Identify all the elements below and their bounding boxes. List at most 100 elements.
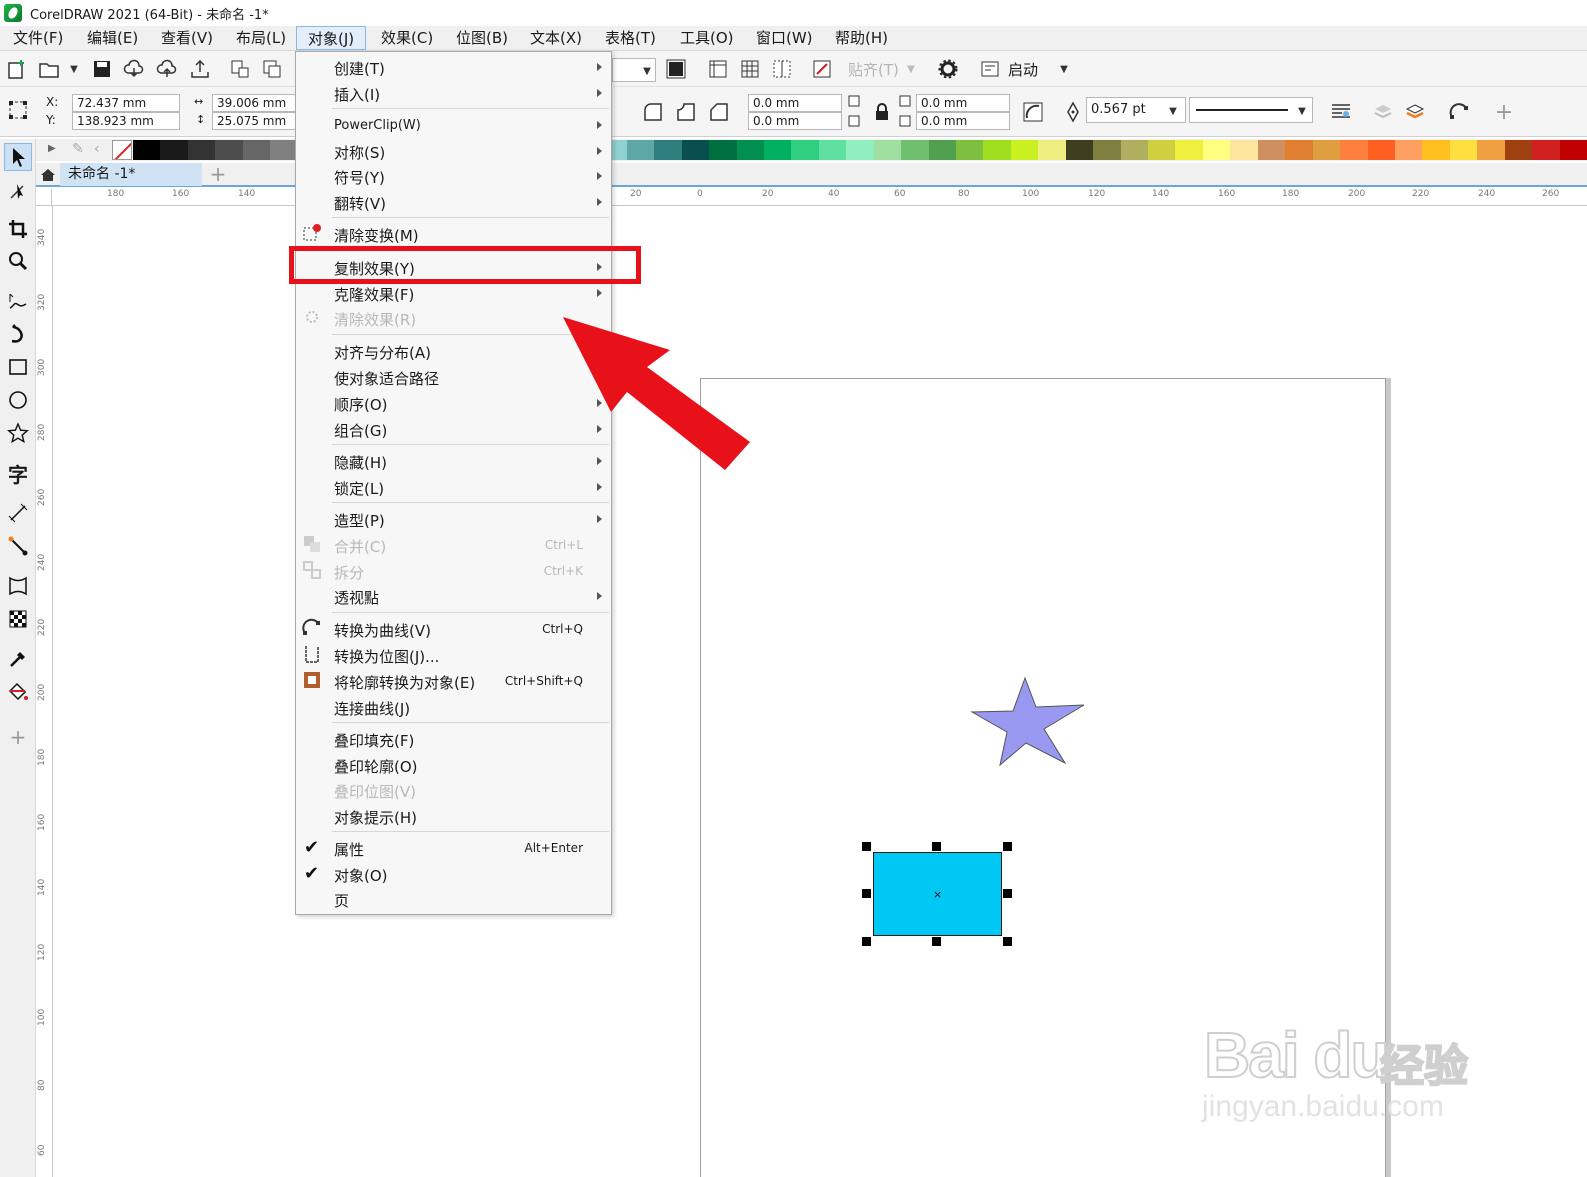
color-swatch[interactable]: [1285, 140, 1314, 160]
color-swatch[interactable]: [242, 140, 271, 160]
selection-handle-bottom-left[interactable]: [862, 937, 871, 946]
color-swatch[interactable]: [1120, 140, 1149, 160]
chamfer-corner-icon[interactable]: [706, 99, 732, 125]
selection-handle-right[interactable]: [1003, 889, 1012, 898]
relative-corner-scaling-icon[interactable]: [1020, 99, 1046, 125]
envelope-tool-icon[interactable]: [4, 572, 32, 600]
color-swatch[interactable]: [654, 140, 683, 160]
color-swatch[interactable]: [1257, 140, 1286, 160]
menu-item-shaping[interactable]: 造型(P): [296, 506, 611, 532]
scalloped-corner-icon[interactable]: [673, 99, 699, 125]
polygon-tool-icon[interactable]: [4, 419, 32, 447]
ruler-origin[interactable]: [36, 189, 52, 206]
menu-effects[interactable]: 效果(C): [370, 26, 444, 50]
open-folder-icon[interactable]: [36, 56, 62, 82]
interactive-fill-tool-icon[interactable]: [4, 678, 32, 706]
color-swatch[interactable]: [1230, 140, 1259, 160]
menu-item-properties[interactable]: ✔ 属性 Alt+Enter: [296, 835, 611, 861]
launch-icon[interactable]: [977, 56, 1003, 82]
object-origin-icon[interactable]: [5, 97, 31, 123]
menu-item-symbol[interactable]: 符号(Y): [296, 163, 611, 189]
menu-item-overprint-outline[interactable]: 叠印轮廓(O): [296, 752, 611, 778]
menu-item-combine[interactable]: 合并(C) Ctrl+L: [296, 532, 611, 558]
corner-link-icon[interactable]: [845, 94, 865, 130]
crop-tool-icon[interactable]: [4, 215, 32, 243]
save-icon[interactable]: [89, 56, 115, 82]
options-gear-icon[interactable]: [935, 56, 961, 82]
snap-to-label[interactable]: 贴齐(T): [848, 59, 899, 80]
shape-tool-icon[interactable]: [4, 177, 32, 205]
cloud-download-icon[interactable]: [121, 56, 147, 82]
freehand-tool-icon[interactable]: [4, 287, 32, 315]
transparency-tool-icon[interactable]: [4, 605, 32, 633]
menu-item-symmetry[interactable]: 对称(S): [296, 138, 611, 164]
menu-item-clear-transform[interactable]: 清除变换(M): [296, 221, 611, 247]
menu-item-join-curves[interactable]: 连接曲线(J): [296, 694, 611, 720]
color-swatch[interactable]: [873, 140, 902, 160]
add-toolbar-item-icon[interactable]: +: [1491, 99, 1517, 125]
corner-top-right-field[interactable]: 0.0 mm: [916, 94, 1010, 112]
menu-file[interactable]: 文件(F): [2, 26, 74, 50]
vertical-ruler[interactable]: 340 320 300 280 260 240 220 200 180 160 140 120 100 8…: [36, 206, 53, 1177]
selection-handle-top-left[interactable]: [862, 842, 871, 851]
menu-text[interactable]: 文本(X): [519, 26, 593, 50]
menu-item-flip[interactable]: 翻转(V): [296, 189, 611, 215]
line-style-dropdown-icon[interactable]: ▼: [1291, 100, 1313, 122]
show-guidelines-icon[interactable]: [769, 56, 795, 82]
corner-bottom-left-field[interactable]: 0.0 mm: [748, 112, 842, 130]
menu-item-overprint-fill[interactable]: 叠印填充(F): [296, 726, 611, 752]
add-tool-icon[interactable]: +: [4, 723, 32, 751]
color-swatch[interactable]: [846, 140, 875, 160]
menu-item-object-hints[interactable]: 对象提示(H): [296, 803, 611, 829]
selected-rectangle[interactable]: ×: [873, 852, 1002, 936]
menu-item-powerclip[interactable]: PowerClip(W): [296, 112, 611, 138]
zoom-tool-icon[interactable]: [4, 247, 32, 275]
menu-tools[interactable]: 工具(O): [669, 26, 745, 50]
color-swatch[interactable]: [1422, 140, 1451, 160]
palette-scroll-right-icon[interactable]: ▶: [48, 143, 56, 154]
convert-to-curves-toolbar-icon[interactable]: [1446, 99, 1472, 125]
outline-width-dropdown-icon[interactable]: ▼: [1162, 100, 1184, 122]
selection-handle-bottom-right[interactable]: [1003, 937, 1012, 946]
no-color-swatch[interactable]: [112, 140, 132, 160]
menu-layout[interactable]: 布局(L): [225, 26, 297, 50]
selection-handle-bottom[interactable]: [932, 937, 941, 946]
menu-item-outline-to-object[interactable]: 将轮廓转换为对象(E) Ctrl+Shift+Q: [296, 668, 611, 694]
ellipse-tool-icon[interactable]: [4, 386, 32, 414]
show-grid-icon[interactable]: [737, 56, 763, 82]
rectangle-tool-icon[interactable]: [4, 353, 32, 381]
color-swatch[interactable]: [133, 140, 161, 160]
color-swatch[interactable]: [1449, 140, 1478, 160]
selection-handle-top[interactable]: [932, 842, 941, 851]
star-shape[interactable]: [970, 675, 1086, 767]
menu-item-break-apart[interactable]: 拆分 Ctrl+K: [296, 558, 611, 584]
text-wrap-icon[interactable]: [1328, 99, 1354, 125]
width-field[interactable]: 39.006 mm: [212, 94, 296, 112]
artistic-media-tool-icon[interactable]: [4, 320, 32, 348]
color-swatch[interactable]: [1202, 140, 1231, 160]
x-position-field[interactable]: 72.437 mm: [72, 94, 180, 112]
zoom-dropdown-icon[interactable]: ▼: [636, 60, 658, 82]
outline-pen-icon[interactable]: [1060, 99, 1086, 125]
menu-bitmaps[interactable]: 位图(B): [445, 26, 519, 50]
corner-top-left-field[interactable]: 0.0 mm: [748, 94, 842, 112]
menu-table[interactable]: 表格(T): [594, 26, 667, 50]
menu-item-insert[interactable]: 插入(I): [296, 80, 611, 106]
home-icon[interactable]: [36, 163, 60, 186]
color-swatch[interactable]: [1038, 140, 1067, 160]
show-rulers-icon[interactable]: [705, 56, 731, 82]
color-swatch[interactable]: [818, 140, 847, 160]
snap-off-icon[interactable]: [809, 56, 835, 82]
color-swatch[interactable]: [709, 140, 738, 160]
color-swatch[interactable]: [1312, 140, 1341, 160]
full-screen-icon[interactable]: [663, 56, 689, 82]
color-swatch[interactable]: [1367, 140, 1396, 160]
menu-item-pages[interactable]: 页: [296, 886, 611, 912]
corner-right-icon[interactable]: [896, 94, 916, 130]
palette-scroll-left-icon[interactable]: ‹: [94, 141, 100, 157]
color-swatch[interactable]: [983, 140, 1012, 160]
to-front-icon[interactable]: [1370, 99, 1396, 125]
color-swatch[interactable]: [1394, 140, 1423, 160]
color-swatch[interactable]: [1175, 140, 1204, 160]
export-icon[interactable]: [259, 56, 285, 82]
